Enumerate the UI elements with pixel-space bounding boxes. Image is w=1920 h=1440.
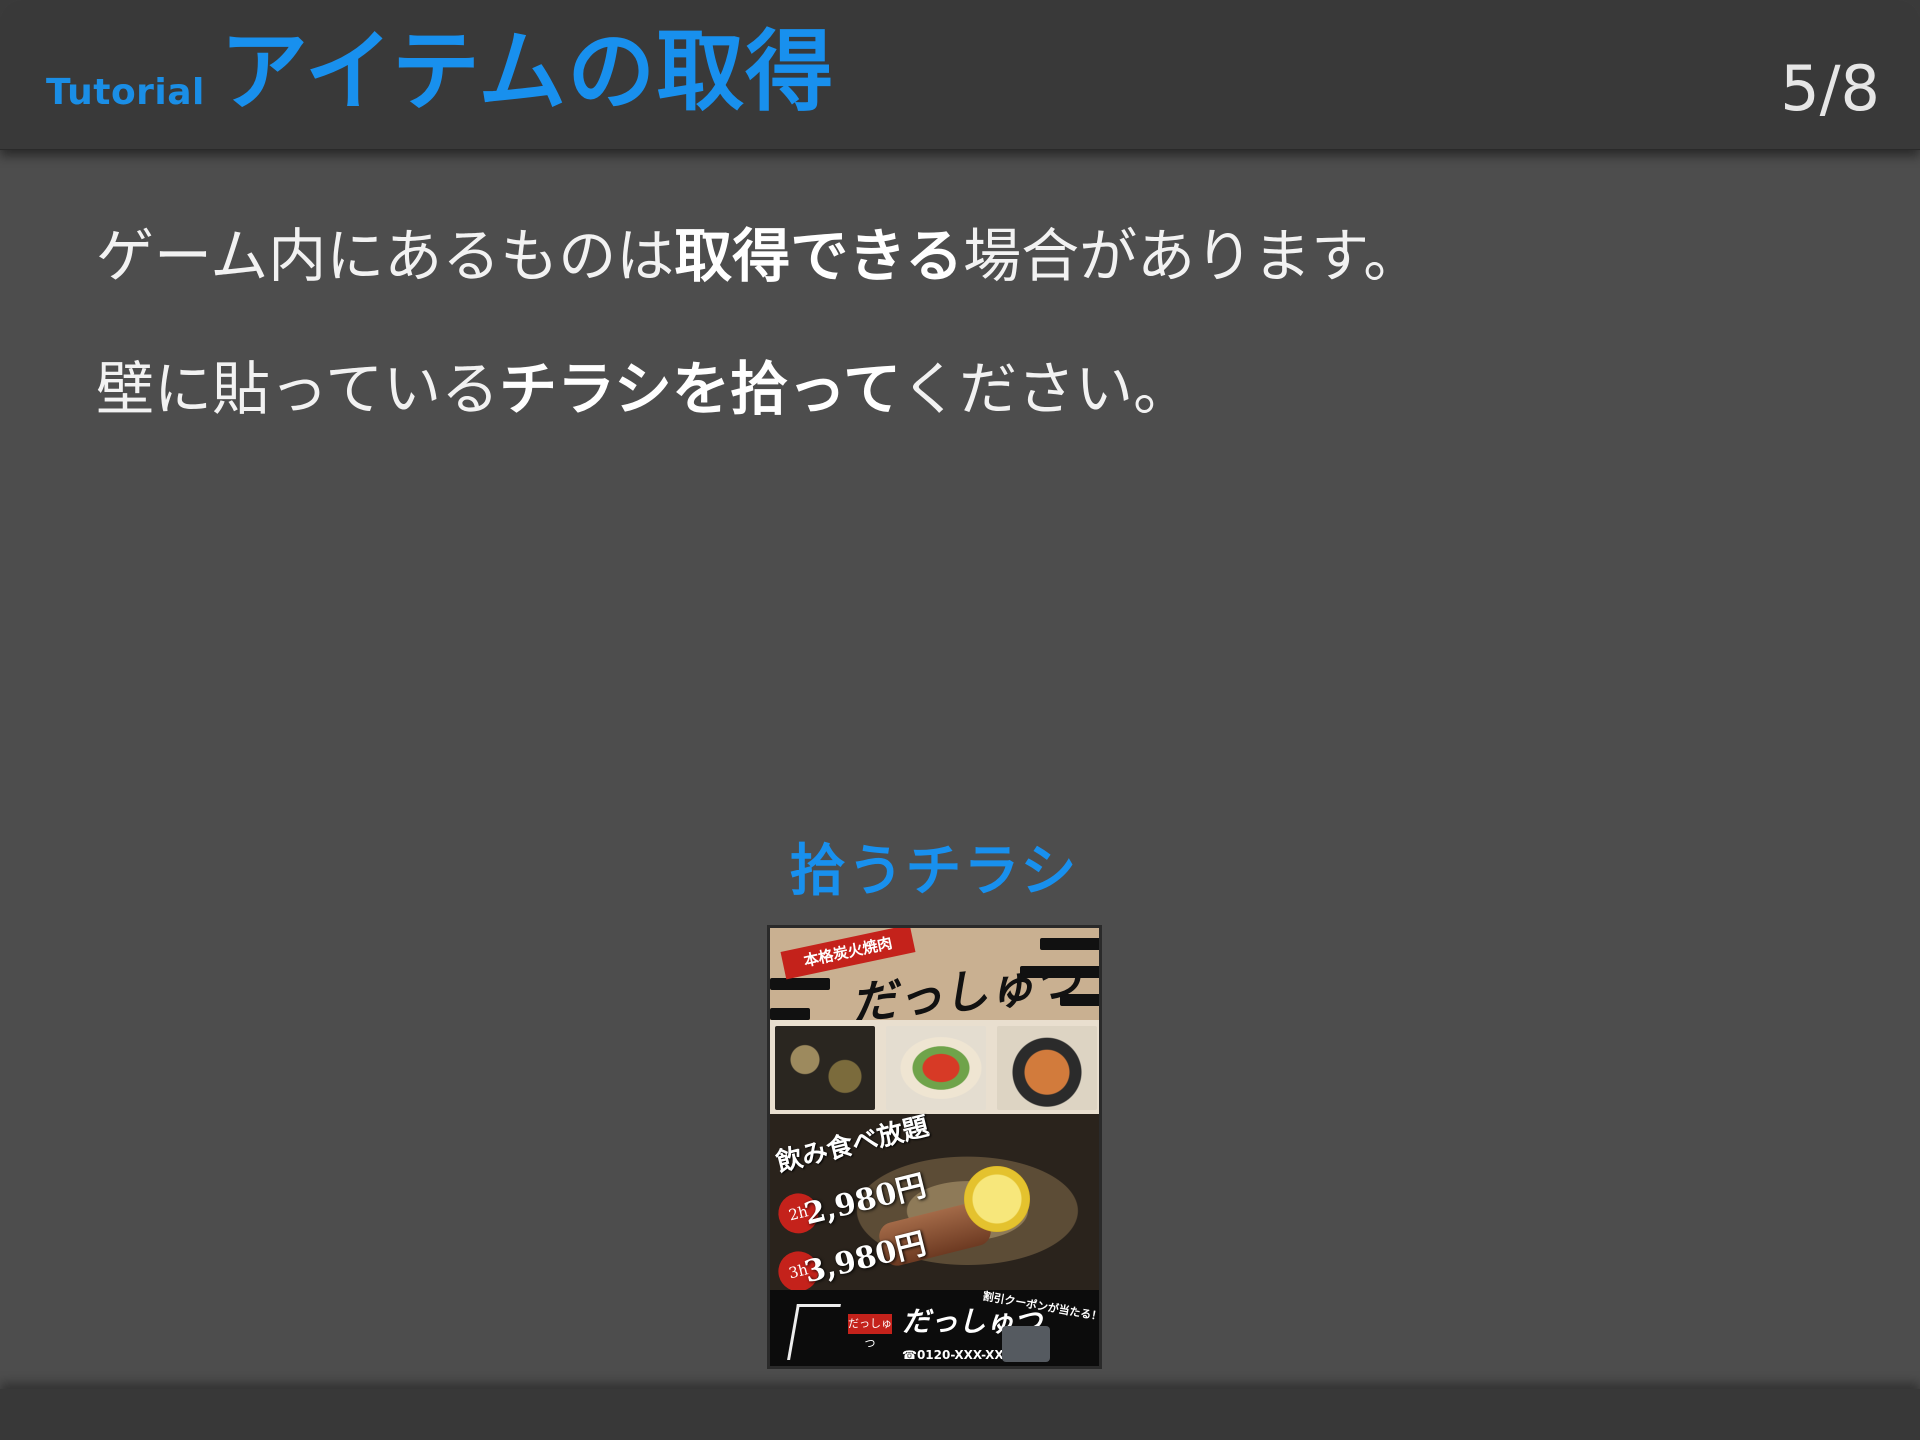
wave-decoration	[770, 978, 830, 990]
flyer-mini-logo: だっしゅつ	[848, 1314, 892, 1350]
flyer-header: 本格炭火焼肉 だっしゅつ	[770, 928, 1099, 1031]
instruction-line-2: 壁に貼っているチラシを拾ってください。	[96, 355, 1836, 425]
instruction-text-part: ください。	[901, 355, 1192, 423]
instruction-text: ゲーム内にあるものは取得できる場合があります。 壁に貼っているチラシを拾ってくだ…	[96, 222, 1836, 425]
qr-code-icon	[1002, 1326, 1050, 1362]
tutorial-screen: Tutorial アイテムの取得 5/8 ゲーム内にあるものは取得できる場合があ…	[0, 0, 1920, 1440]
flyer-photo-strip	[770, 1020, 1099, 1114]
flyer-item-image[interactable]: 本格炭火焼肉 だっしゅつ 飲み食べ放題 2h 2,980円 3h 3,980円 …	[767, 925, 1102, 1369]
page-title: アイテムの取得	[220, 20, 835, 123]
logo-mark-icon	[787, 1304, 841, 1360]
food-photo	[775, 1026, 875, 1110]
instruction-line-1: ゲーム内にあるものは取得できる場合があります。	[96, 222, 1836, 292]
page-counter: 5/8	[1780, 52, 1880, 125]
flyer-footer: だっしゅつ だっしゅつ ☎0120-XXX-XXX 割引クーポンが当たる！	[770, 1290, 1099, 1366]
flyer-phone: ☎0120-XXX-XXX	[902, 1348, 1013, 1362]
instruction-emphasis: 取得できる	[674, 222, 964, 290]
flyer-main-photo: 飲み食べ放題 2h 2,980円 3h 3,980円	[770, 1111, 1099, 1296]
food-photo	[997, 1026, 1097, 1110]
instruction-text-part: ゲーム内にあるものは	[96, 222, 675, 290]
tutorial-label: Tutorial	[46, 72, 205, 113]
instruction-text-part: 場合があります。	[963, 222, 1422, 290]
flyer-caption: 拾うチラシ	[789, 839, 1079, 904]
wave-decoration	[770, 1008, 810, 1020]
footer-bar	[0, 1389, 1920, 1440]
instruction-emphasis: チラシを拾って	[499, 355, 902, 423]
header-bar: Tutorial アイテムの取得 5/8	[0, 0, 1920, 150]
food-photo	[886, 1026, 986, 1110]
instruction-text-part: 壁に貼っている	[96, 355, 500, 423]
